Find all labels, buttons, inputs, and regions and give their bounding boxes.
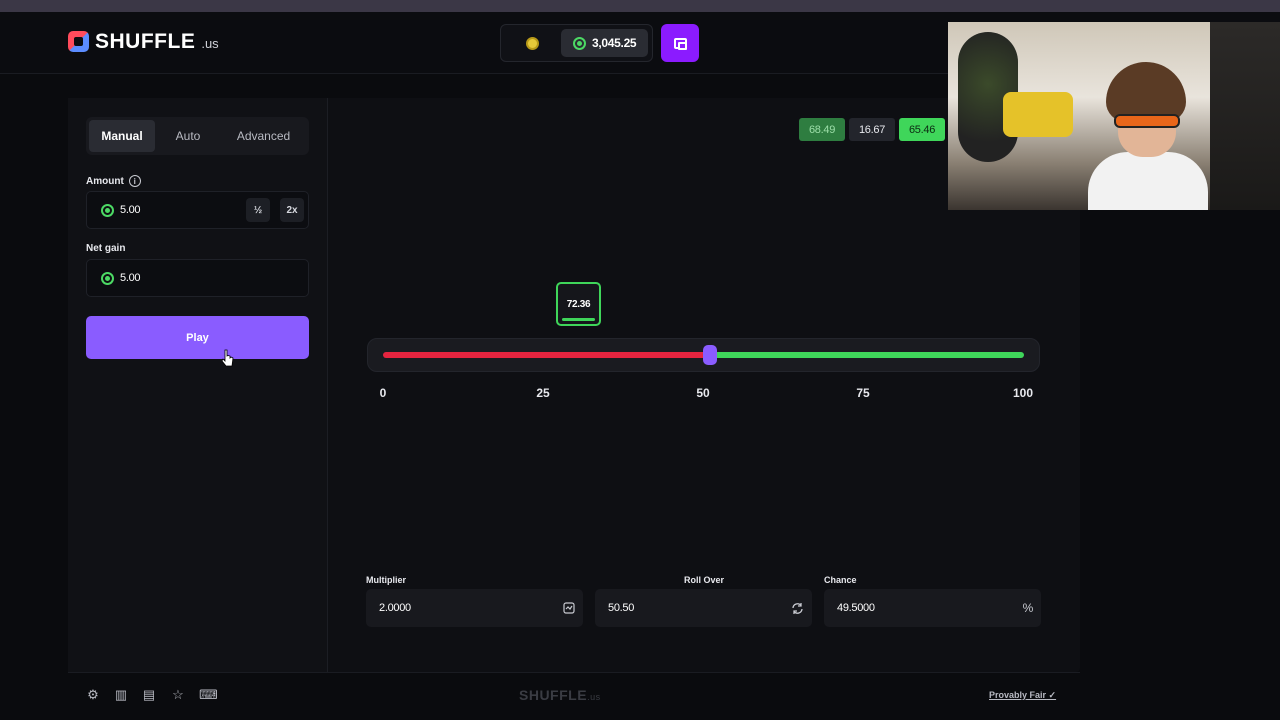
webcam-overlay [948,22,1280,210]
chance-value[interactable]: 49.5000 [837,602,1023,614]
currency-coin-icon[interactable] [526,37,539,50]
chance-field[interactable]: 49.5000 % [824,589,1041,627]
slider-win-range [710,352,1024,358]
balance-amount: 3,045.25 [592,36,637,50]
webcam-shelf [1210,22,1280,210]
webcam-hair [1106,62,1186,122]
balance-widget[interactable]: 3,045.25 [500,24,653,62]
double-amount-button[interactable]: 2x [280,198,304,222]
logo-text: SHUFFLE [95,30,196,53]
slider-tick-label: 50 [696,386,710,400]
favorite-star-icon[interactable]: ☆ [171,688,185,702]
footer-logo: SHUFFLE.us [519,687,601,703]
wallet-icon [673,37,687,50]
half-amount-button[interactable]: ½ [246,198,270,222]
multiplier-icon [563,602,575,614]
net-gain-value: 5.00 [120,272,141,284]
roll-over-label: Roll Over [684,575,725,585]
net-gain-coin-icon [101,271,114,285]
recent-result[interactable]: 65.46 [899,118,945,141]
footer-logo-text: SHUFFLE [519,687,588,703]
swap-direction-icon[interactable] [791,602,804,615]
roll-over-field[interactable]: 50.50 [595,589,812,627]
amount-value[interactable]: 5.00 [120,204,240,216]
provably-fair-text[interactable]: Provably Fair [989,690,1046,700]
shuffle-logo[interactable]: SHUFFLE .us [68,31,219,52]
settings-gear-icon[interactable]: ⚙ [86,688,100,702]
net-gain-label: Net gain [86,243,125,254]
amount-field[interactable]: 5.00 ½ 2x [86,191,309,229]
bet-mode-tabs: Manual Auto Advanced [86,117,309,155]
balance-coin-icon [573,36,586,50]
footer-logo-suffix: .us [587,692,601,702]
chance-label: Chance [824,575,857,585]
webcam-streamer [1088,62,1208,210]
roll-over-value[interactable]: 50.50 [608,602,791,614]
hotkeys-keyboard-icon[interactable]: ⌨ [199,688,218,702]
logo-suffix: .us [201,36,219,51]
theatre-mode-icon[interactable]: ▥ [114,688,128,702]
wallet-button[interactable] [661,24,699,62]
net-gain-field: 5.00 [86,259,309,297]
tab-manual[interactable]: Manual [89,120,155,152]
multiplier-label: Multiplier [366,575,406,585]
multiplier-value[interactable]: 2.0000 [379,602,563,614]
slider-tick-label: 75 [856,386,870,400]
amount-label: Amount i [86,175,141,187]
recent-result[interactable]: 68.49 [799,118,845,141]
webcam-shirt [1088,152,1208,210]
mouse-pointer-icon [222,349,234,367]
slider-handle[interactable] [703,345,717,365]
slider-tick-label: 0 [379,386,387,400]
webcam-glasses [1114,114,1180,128]
slider-lose-range [383,352,710,358]
webcam-chair [1003,92,1073,137]
stats-chart-icon[interactable]: ▤ [142,688,156,702]
info-icon[interactable]: i [128,175,141,187]
browser-top-strip [0,0,1280,12]
net-gain-label-text: Net gain [86,243,126,254]
percent-suffix: % [1022,601,1034,615]
play-button[interactable]: Play [86,316,309,359]
multiplier-field[interactable]: 2.0000 [366,589,583,627]
tab-advanced[interactable]: Advanced [221,120,306,152]
balance-display[interactable]: 3,045.25 [561,29,648,57]
slider-tick-label: 100 [1012,386,1034,400]
shuffle-logo-icon [68,31,89,52]
roll-result-marker: 72.36 [556,282,601,326]
provably-fair-link[interactable]: Provably Fair ✓ [989,690,1056,701]
amount-label-text: Amount [86,175,124,187]
slider-tick-label: 25 [536,386,550,400]
tab-auto[interactable]: Auto [155,120,221,152]
recent-result[interactable]: 16.67 [849,118,895,141]
amount-coin-icon [101,203,114,217]
